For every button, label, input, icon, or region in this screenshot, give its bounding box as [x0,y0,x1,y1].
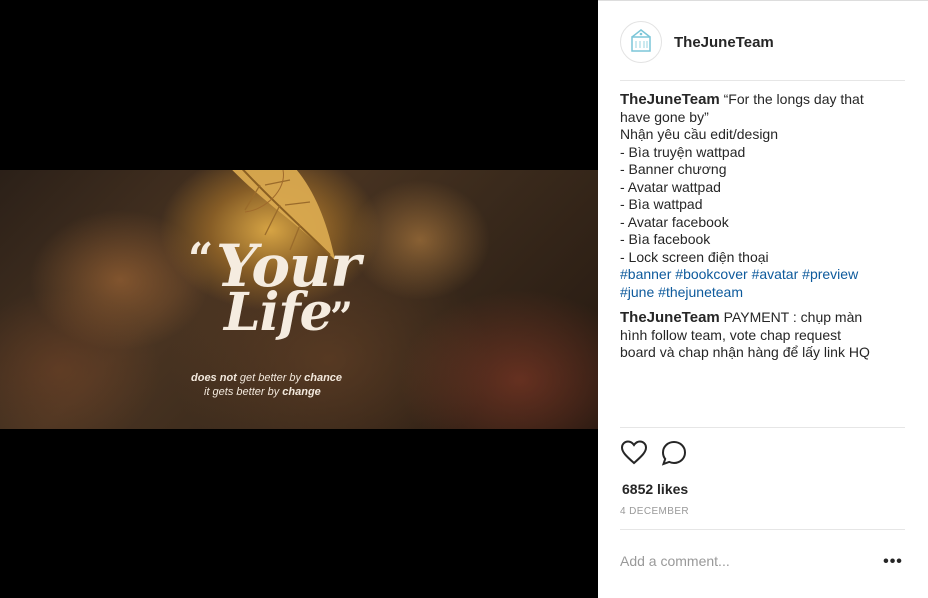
hashtag-link[interactable]: #banner [620,266,671,282]
comment-line: board và chap nhận hàng để lấy link HQ [620,344,870,360]
hashtag-link[interactable]: #thejuneteam [658,284,743,300]
caption-area: TheJuneTeam “For the longs day that have… [620,91,905,362]
hashtag-link[interactable]: #june [620,284,654,300]
hashtag-line: #june #thejuneteam [620,284,905,302]
team-logo-icon [631,29,651,52]
quote-close-mark: ” [330,294,354,341]
caption-line: - Bìa facebook [620,231,711,247]
avatar[interactable] [620,21,662,63]
comment-username[interactable]: TheJuneTeam [620,309,720,326]
more-options-button[interactable]: ••• [882,552,904,572]
quote-subtitle-1: does not get better by chance [191,372,342,384]
caption-line: - Lock screen điện thoại [620,248,769,265]
caption-block: TheJuneTeam “For the longs day that have… [620,91,905,301]
quote-overlay: “ Your Life ” does not get better by cha… [188,232,408,412]
comment-first-line: TheJuneTeam PAYMENT : chụp màn [620,309,905,327]
caption-line: - Bìa wattpad [620,196,703,212]
comment-divider [620,529,905,530]
media-viewer: “ Your Life ” does not get better by cha… [0,0,598,598]
quote-word-life: Life [224,282,333,343]
caption-line: have gone by” [620,108,709,125]
caption-line: - Bìa truyện wattpad [620,143,746,160]
actions-divider [620,427,905,428]
hashtag-link[interactable]: #bookcover [675,266,747,282]
caption-first-line: TheJuneTeam “For the longs day that [620,91,905,109]
quote-sub-text-2: it gets better by [204,386,283,398]
comment-text-start: PAYMENT : chụp màn [719,309,863,325]
caption-line: - Avatar wattpad [620,178,721,195]
likes-count[interactable]: 6852 likes [622,481,688,497]
quote-sub-text-1: get better by [236,372,305,384]
caption-line: Nhận yêu cầu edit/design [620,126,778,142]
header-divider [620,80,905,81]
post-header: TheJuneTeam [620,21,905,63]
comment-icon[interactable] [660,439,688,467]
hashtag-link[interactable]: #avatar [752,266,799,282]
post-image[interactable]: “ Your Life ” does not get better by cha… [0,170,598,429]
heart-icon[interactable] [620,439,648,467]
caption-line: - Avatar facebook [620,213,729,230]
quote-subtitle-2: it gets better by change [204,386,321,398]
quote-sub-emph-2: chance [304,372,343,384]
hashtag-line: #banner #bookcover #avatar #preview [620,266,905,284]
quote-sub-emph-1: does not [191,372,237,384]
comment-line: hình follow team, vote chap request [620,326,842,343]
quote-sub-emph-3: change [282,386,321,398]
hashtag-link[interactable]: #preview [802,266,858,282]
quote-open-mark: “ [188,234,214,285]
caption-text-start: “For the longs day that [719,91,864,107]
post-side-panel: TheJuneTeam TheJuneTeam “For the longs d… [598,0,928,598]
action-bar [620,439,700,467]
caption-line: - Banner chương [620,161,727,177]
post-date: 4 DECEMBER [620,506,690,517]
caption-username[interactable]: TheJuneTeam [620,91,720,108]
comment-input[interactable] [620,553,870,569]
comment-block: TheJuneTeam PAYMENT : chụp màn hình foll… [620,309,905,362]
header-username[interactable]: TheJuneTeam [674,34,774,51]
